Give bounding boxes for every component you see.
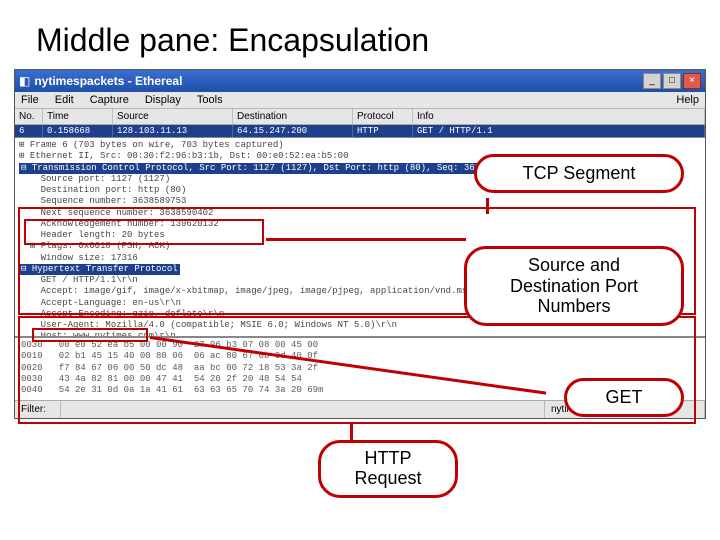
cell-no: 6 — [15, 125, 43, 137]
tree-seq: Sequence number: 3638589753 — [19, 196, 186, 206]
packet-row-selected[interactable]: 6 0.158668 128.103.11.13 64.15.247.200 H… — [15, 125, 705, 138]
callout-http-request: HTTP Request — [318, 440, 458, 498]
tree-dstport: Destination port: http (80) — [19, 185, 186, 195]
slide-title: Middle pane: Encapsulation — [0, 0, 720, 69]
col-destination[interactable]: Destination — [233, 109, 353, 124]
packet-list-header: No. Time Source Destination Protocol Inf… — [15, 109, 705, 125]
callout-tcp-segment: TCP Segment — [474, 154, 684, 193]
highlight-ports — [24, 219, 264, 245]
menu-capture[interactable]: Capture — [90, 94, 129, 106]
col-source[interactable]: Source — [113, 109, 233, 124]
col-time[interactable]: Time — [43, 109, 113, 124]
minimize-button[interactable]: _ — [643, 73, 661, 89]
menu-file[interactable]: File — [21, 94, 39, 106]
menu-help[interactable]: Help — [676, 94, 699, 106]
close-button[interactable]: × — [683, 73, 701, 89]
callout-get: GET — [564, 378, 684, 417]
callout-ports: Source and Destination Port Numbers — [464, 246, 684, 326]
menu-tools[interactable]: Tools — [197, 94, 223, 106]
cell-source: 128.103.11.13 — [113, 125, 233, 137]
col-protocol[interactable]: Protocol — [353, 109, 413, 124]
window-title: nytimespackets - Ethereal — [34, 74, 641, 88]
cell-time: 0.158668 — [43, 125, 113, 137]
tree-ethernet: ⊞ Ethernet II, Src: 00:30:f2:96:b3:1b, D… — [19, 151, 348, 161]
maximize-button[interactable]: □ — [663, 73, 681, 89]
cell-destination: 64.15.247.200 — [233, 125, 353, 137]
cell-info: GET / HTTP/1.1 — [413, 125, 705, 137]
app-icon: ◧ — [19, 74, 30, 88]
titlebar[interactable]: ◧ nytimespackets - Ethereal _ □ × — [15, 70, 705, 92]
callout-line — [266, 238, 466, 241]
callout-line — [486, 198, 489, 214]
col-no[interactable]: No. — [15, 109, 43, 124]
tree-frame: ⊞ Frame 6 (703 bytes on wire, 703 bytes … — [19, 140, 284, 150]
tree-srcport: Source port: 1127 (1127) — [19, 174, 170, 184]
col-info[interactable]: Info — [413, 109, 705, 124]
menu-display[interactable]: Display — [145, 94, 181, 106]
menubar: File Edit Capture Display Tools Help — [15, 92, 705, 109]
cell-protocol: HTTP — [353, 125, 413, 137]
menu-edit[interactable]: Edit — [55, 94, 74, 106]
